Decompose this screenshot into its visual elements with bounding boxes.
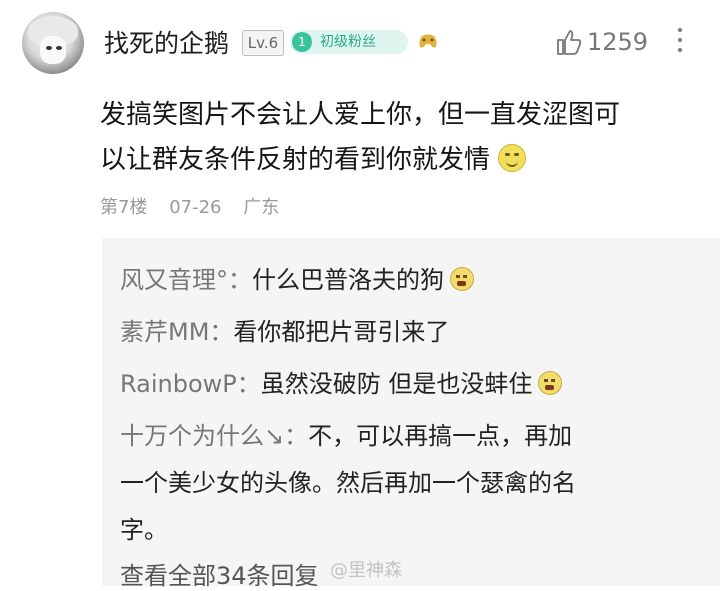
- reply-text-continued: 一个美少女的头像。然后再加一个瑟禽的名: [120, 469, 576, 497]
- comment-text-line: 发搞笑图片不会让人爱上你，但一直发涩图可: [100, 100, 621, 130]
- reply-box: 风又音理°：什么巴普洛夫的狗 素芹MM：看你都把片哥引来了 RainbowP：虽…: [102, 238, 720, 590]
- comment-text: 以让群友条件反射的看到你就发情: [100, 145, 491, 175]
- reply-item[interactable]: RainbowP：虽然没破防 但是也没蚌住: [120, 364, 563, 399]
- like-count: 1259: [587, 28, 649, 56]
- avatar-eye: [46, 46, 52, 50]
- comment-text-line: 以让群友条件反射的看到你就发情: [100, 139, 527, 176]
- username[interactable]: 找死的企鹅: [104, 24, 229, 60]
- laughing-emoji-icon: [498, 144, 527, 172]
- shocked-emoji-icon: [450, 267, 474, 291]
- comment-date: 07-26: [169, 197, 222, 218]
- more-icon[interactable]: [676, 28, 684, 56]
- reply-item[interactable]: 素芹MM：看你都把片哥引来了: [120, 312, 449, 347]
- reply-text: 不，可以再搞一点，再加: [308, 422, 573, 450]
- reply-author[interactable]: 十万个为什么↘：: [120, 422, 308, 450]
- reply-text: 什么巴普洛夫的狗: [252, 266, 444, 294]
- controller-icon: [419, 34, 437, 48]
- reply-text: 虽然没破防 但是也没蚌住: [260, 370, 533, 398]
- fan-badge: 1 初级粉丝: [290, 30, 408, 54]
- reply-author[interactable]: RainbowP：: [120, 370, 261, 398]
- like-icon[interactable]: [556, 28, 582, 56]
- level-badge: Lv.6: [242, 30, 284, 56]
- reply-item[interactable]: 风又音理°：什么巴普洛夫的狗: [120, 260, 474, 295]
- avatar-face: [40, 36, 66, 64]
- shocked-emoji-icon: [538, 371, 563, 395]
- reply-item[interactable]: 十万个为什么↘：不，可以再搞一点，再加: [120, 416, 572, 451]
- avatar[interactable]: [22, 12, 84, 74]
- reply-author[interactable]: 风又音理°：: [120, 266, 252, 294]
- comment-location: 广东: [243, 197, 280, 218]
- reply-text-continued: 字。: [120, 516, 168, 544]
- reply-text: 看你都把片哥引来了: [233, 318, 450, 346]
- reply-author[interactable]: 素芹MM：: [120, 318, 233, 346]
- floor-number: 第7楼: [100, 197, 148, 218]
- fan-badge-label: 初级粉丝: [320, 34, 376, 50]
- avatar-eye: [56, 46, 62, 50]
- fan-badge-number: 1: [292, 32, 312, 52]
- comment-meta: 第7楼 07-26 广东: [100, 193, 295, 219]
- watermark: @里神森: [330, 560, 402, 581]
